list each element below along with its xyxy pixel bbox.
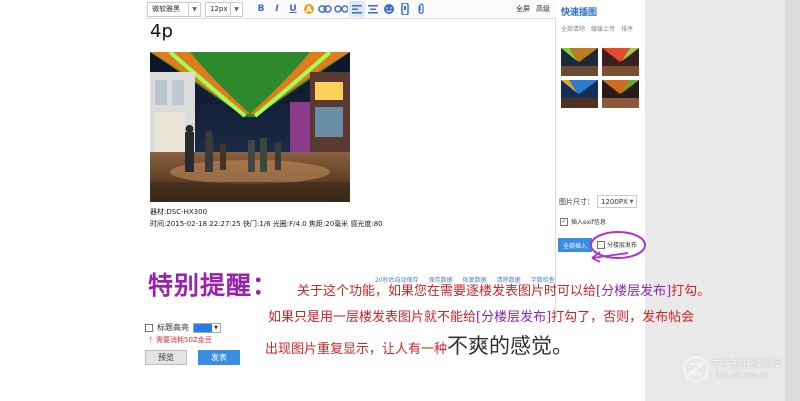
zol-logo-icon xyxy=(682,355,710,383)
image-size-value: 1200PX xyxy=(601,197,628,206)
font-size-value: 12px xyxy=(210,5,228,13)
slow-upload-link[interactable]: 缓缓上传 xyxy=(591,24,615,33)
post-title: 4p xyxy=(150,21,173,42)
highlight-color-picker[interactable]: ▼ xyxy=(193,322,221,333)
scroll-stripe xyxy=(785,0,800,401)
note-line-1-end: 打勾。 xyxy=(671,284,711,299)
font-family-value: 微软雅黑 xyxy=(152,5,180,13)
align-left-icon[interactable] xyxy=(349,1,365,17)
unlink-icon[interactable] xyxy=(333,1,349,17)
title-highlight-checkbox[interactable] xyxy=(145,323,153,332)
chevron-down-icon: ▼ xyxy=(188,2,200,16)
quick-insert-title: 快速插图 xyxy=(561,8,598,18)
highlight-color-swatch xyxy=(194,323,212,332)
exif-detail: 时间:2015-02-18 22:27:25 快门:1/6 光圈:F/4.0 焦… xyxy=(150,220,383,228)
image-size-label: 图片尺寸： xyxy=(559,197,594,206)
advanced-link[interactable]: 高级 xyxy=(536,4,550,14)
image-size-select[interactable]: 1200PX ▼ xyxy=(597,195,637,208)
quick-insert-tabs: 全部清除 缓缓上传 排序 xyxy=(561,24,633,33)
font-size-select[interactable]: 12px ▼ xyxy=(205,1,243,17)
note-line-3-text: 出现图片重复显示，让人有一种 xyxy=(265,342,448,357)
watermark-text: 中关村在线论坛 xyxy=(712,359,782,370)
annotation-arrow-circle xyxy=(590,231,646,263)
image-thumbnail[interactable] xyxy=(561,48,598,76)
attachment-icon[interactable] xyxy=(413,1,429,17)
link-icon[interactable] xyxy=(317,1,333,17)
preview-button[interactable]: 预览 xyxy=(145,350,187,365)
title-highlight-label: 标题高亮 xyxy=(157,323,189,332)
exif-checkbox[interactable]: ✓ xyxy=(560,217,568,226)
post-photo xyxy=(150,52,350,202)
note-headline: 特别提醒： xyxy=(148,271,279,300)
note-line-1-highlight: [分楼层发布] xyxy=(596,284,672,299)
image-thumbnail[interactable] xyxy=(561,80,598,108)
note-line-3-big: 不爽的感觉 xyxy=(447,334,553,358)
bold-icon[interactable]: B xyxy=(253,1,269,17)
submit-button[interactable]: 发表 xyxy=(198,350,240,365)
right-gutter xyxy=(645,0,800,401)
note-line-1-text: 关于这个功能，如果您在需要逐楼发表图片时可以给 xyxy=(297,284,597,299)
watermark-url: bbs.zol.com.cn xyxy=(716,371,769,379)
font-family-select[interactable]: 微软雅黑 ▼ xyxy=(147,1,201,17)
note-line-2-text: 如果只是用一层楼发表图片就不能给 xyxy=(268,310,477,325)
post-options: 标题高亮 ▼ xyxy=(145,322,221,333)
font-color-icon[interactable]: A xyxy=(301,1,317,17)
svg-text:A: A xyxy=(306,5,313,14)
note-line-2-end: 打勾了，否则，发布帖会 xyxy=(551,310,695,325)
site-watermark: 中关村在线论坛 bbs.zol.com.cn xyxy=(678,351,798,391)
quick-insert-panel: 快速插图 全部清除 缓缓上传 排序 图片尺寸： 1200PX ▼ ✓ 插入exi… xyxy=(556,0,645,258)
note-line-3-end: 。 xyxy=(552,334,574,358)
note-line-2-highlight: [分楼层发布] xyxy=(476,310,552,325)
image-icon[interactable] xyxy=(397,1,413,17)
image-thumbnail[interactable] xyxy=(602,80,639,108)
align-center-icon[interactable] xyxy=(365,1,381,17)
emoji-icon[interactable] xyxy=(381,1,397,17)
fullscreen-link[interactable]: 全屏 xyxy=(516,4,530,14)
chevron-down-icon: ▼ xyxy=(214,324,218,331)
note-line-2: 如果只是用一层楼发表图片就不能给[分楼层发布]打勾了，否则，发布帖会 xyxy=(268,306,694,325)
cost-note: ！需要消耗50Z金豆 xyxy=(149,336,212,344)
chevron-down-icon: ▼ xyxy=(230,2,242,16)
image-size-row: 图片尺寸： 1200PX ▼ xyxy=(559,195,637,208)
image-thumbnail[interactable] xyxy=(602,48,639,76)
editor-toolbar: 微软雅黑 ▼ 12px ▼ B I U A 全屏 高级 xyxy=(145,0,556,19)
left-gutter xyxy=(0,0,145,401)
italic-icon[interactable]: I xyxy=(269,1,285,17)
underline-icon[interactable]: U xyxy=(285,1,301,17)
clear-all-link[interactable]: 全部清除 xyxy=(561,24,585,33)
note-line-3: 出现图片重复显示，让人有一种不爽的感觉。 xyxy=(265,330,573,360)
chevron-down-icon: ▼ xyxy=(629,198,634,205)
exif-camera: 器材:DSC-HX300 xyxy=(150,208,208,216)
sort-link[interactable]: 排序 xyxy=(621,24,633,33)
note-line-1: 关于这个功能，如果您在需要逐楼发表图片时可以给[分楼层发布]打勾。 xyxy=(297,280,710,299)
